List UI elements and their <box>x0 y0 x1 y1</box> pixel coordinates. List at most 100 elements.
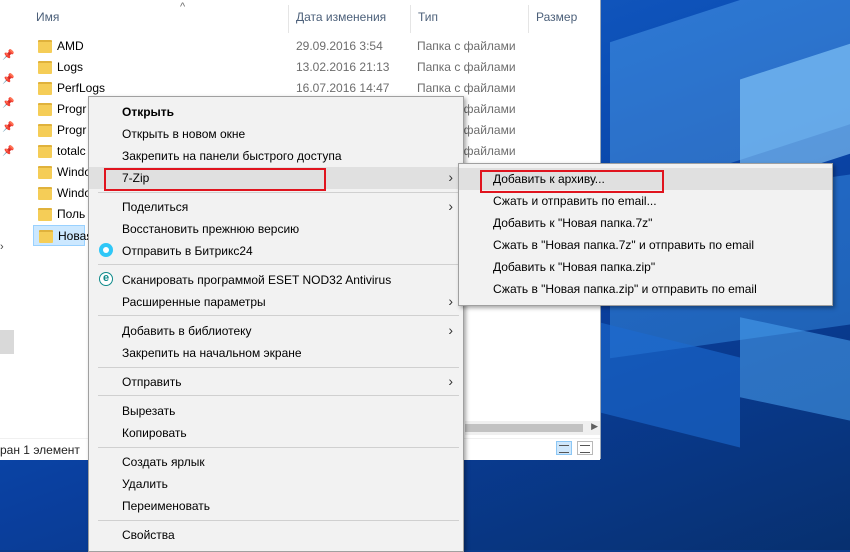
menu-item-open[interactable]: Открыть <box>89 101 463 123</box>
pin-icon: 📌 <box>2 50 15 61</box>
navigation-pane: 📌 📌 📌 📌 📌 › <box>0 0 15 459</box>
scrollbar-thumb[interactable] <box>465 424 583 432</box>
folder-icon <box>39 230 53 243</box>
menu-item-open-new-window[interactable]: Открыть в новом окне <box>89 123 463 145</box>
scroll-right-icon[interactable]: ▶ <box>591 421 598 432</box>
menu-item-label: Удалить <box>122 477 168 491</box>
submenu-item-add-7z[interactable]: Добавить к "Новая папка.7z" <box>459 212 832 234</box>
menu-separator <box>98 192 459 193</box>
folder-icon <box>38 166 52 179</box>
file-row[interactable]: Logs 13.02.2016 21:13 Папка с файлами <box>33 57 593 78</box>
chevron-right-icon: › <box>448 322 453 338</box>
menu-item-label: Восстановить прежнюю версию <box>122 222 300 236</box>
file-name: Progr <box>57 102 87 116</box>
menu-item-label: Поделиться <box>122 200 189 214</box>
pin-icon: 📌 <box>2 122 15 133</box>
wallpaper-light-beam <box>740 317 850 423</box>
submenu-item-compress-7z-email[interactable]: Сжать в "Новая папка.7z" и отправить по … <box>459 234 832 256</box>
horizontal-scrollbar[interactable]: ▶ <box>465 421 600 435</box>
column-name[interactable]: Имя <box>36 10 59 24</box>
file-name: Поль <box>57 207 86 221</box>
file-name: Progr <box>57 123 87 137</box>
file-row[interactable]: AMD 29.09.2016 3:54 Папка с файлами <box>33 36 593 57</box>
menu-item-label: Сканировать программой ESET NOD32 Antivi… <box>122 273 392 287</box>
menu-item-label: Сжать в "Новая папка.zip" и отправить по… <box>493 282 757 296</box>
folder-icon <box>38 61 52 74</box>
file-name: totalc <box>57 144 86 158</box>
pin-icon: 📌 <box>2 146 15 157</box>
pin-icon: 📌 <box>2 98 15 109</box>
navigation-selected-item[interactable] <box>0 330 14 354</box>
menu-item-pin-start[interactable]: Закрепить на начальном экране <box>89 342 463 364</box>
menu-separator <box>98 264 459 265</box>
column-divider[interactable] <box>528 5 529 33</box>
menu-item-label: Открыть <box>122 105 175 119</box>
file-type: Папка с файлами <box>417 81 516 95</box>
submenu-item-add-zip[interactable]: Добавить к "Новая папка.zip" <box>459 256 832 278</box>
file-name: PerfLogs <box>57 81 106 95</box>
folder-icon <box>38 82 52 95</box>
folder-icon <box>38 103 52 116</box>
file-date: 13.02.2016 21:13 <box>296 60 390 74</box>
large-icons-view-button[interactable] <box>577 441 593 455</box>
menu-item-label: Вырезать <box>122 404 176 418</box>
menu-item-properties[interactable]: Свойства <box>89 524 463 546</box>
file-row-selected[interactable]: Новая <box>33 225 93 246</box>
submenu-item-compress-email[interactable]: Сжать и отправить по email... <box>459 190 832 212</box>
file-date: 29.09.2016 3:54 <box>296 39 383 53</box>
column-size[interactable]: Размер <box>536 10 577 24</box>
menu-item-cut[interactable]: Вырезать <box>89 400 463 422</box>
column-date[interactable]: Дата изменения <box>296 10 386 24</box>
menu-item-label: Добавить к "Новая папка.zip" <box>493 260 656 274</box>
highlight-box-add-to-archive <box>480 170 664 193</box>
folder-icon <box>38 208 52 221</box>
menu-item-label: Переименовать <box>122 499 210 513</box>
menu-item-share[interactable]: Поделиться › <box>89 196 463 218</box>
menu-item-restore-previous[interactable]: Восстановить прежнюю версию <box>89 218 463 240</box>
menu-item-label: Открыть в новом окне <box>122 127 246 141</box>
file-name: Windo <box>57 165 92 179</box>
menu-item-label: Копировать <box>122 426 187 440</box>
chevron-right-icon: › <box>448 169 453 185</box>
menu-item-label: Добавить в библиотеку <box>122 324 252 338</box>
column-divider[interactable] <box>410 5 411 33</box>
submenu-item-compress-zip-email[interactable]: Сжать в "Новая папка.zip" и отправить по… <box>459 278 832 300</box>
menu-item-label: Расширенные параметры <box>122 295 266 309</box>
column-type[interactable]: Тип <box>418 10 438 24</box>
menu-item-scan-eset[interactable]: Сканировать программой ESET NOD32 Antivi… <box>89 269 463 291</box>
menu-separator <box>98 367 459 368</box>
menu-item-add-library[interactable]: Добавить в библиотеку › <box>89 320 463 342</box>
column-divider[interactable] <box>288 5 289 33</box>
menu-item-rename[interactable]: Переименовать <box>89 495 463 517</box>
folder-icon <box>38 187 52 200</box>
menu-item-send-bitrix[interactable]: Отправить в Битрикс24 <box>89 240 463 262</box>
highlight-box-7zip <box>104 168 326 191</box>
chevron-right-icon[interactable]: › <box>0 241 4 253</box>
menu-separator <box>98 395 459 396</box>
menu-item-label: Закрепить на начальном экране <box>122 346 302 360</box>
file-type: Папка с файлами <box>417 60 516 74</box>
menu-separator <box>98 315 459 316</box>
menu-item-label: Сжать и отправить по email... <box>493 194 657 208</box>
pin-icon: 📌 <box>2 74 15 85</box>
chevron-right-icon: › <box>448 198 453 214</box>
menu-item-send-to[interactable]: Отправить › <box>89 371 463 393</box>
large-icons-view-icon <box>580 445 590 453</box>
menu-item-label: Закрепить на панели быстрого доступа <box>122 149 342 163</box>
menu-separator <box>98 447 459 448</box>
status-text: ран 1 элемент <box>0 443 80 457</box>
menu-item-create-shortcut[interactable]: Создать ярлык <box>89 451 463 473</box>
chevron-right-icon: › <box>448 373 453 389</box>
menu-item-pin-quick-access[interactable]: Закрепить на панели быстрого доступа <box>89 145 463 167</box>
menu-item-label: Сжать в "Новая папка.7z" и отправить по … <box>493 238 755 252</box>
context-menu: Открыть Открыть в новом окне Закрепить н… <box>88 96 464 552</box>
menu-separator <box>98 520 459 521</box>
sort-up-icon: ^ <box>180 1 186 13</box>
chevron-right-icon: › <box>448 293 453 309</box>
column-header: Имя ^ Дата изменения Тип Размер <box>28 1 600 33</box>
menu-item-copy[interactable]: Копировать <box>89 422 463 444</box>
file-name: Logs <box>57 60 84 74</box>
menu-item-advanced[interactable]: Расширенные параметры › <box>89 291 463 313</box>
details-view-button[interactable] <box>556 441 572 455</box>
menu-item-delete[interactable]: Удалить <box>89 473 463 495</box>
